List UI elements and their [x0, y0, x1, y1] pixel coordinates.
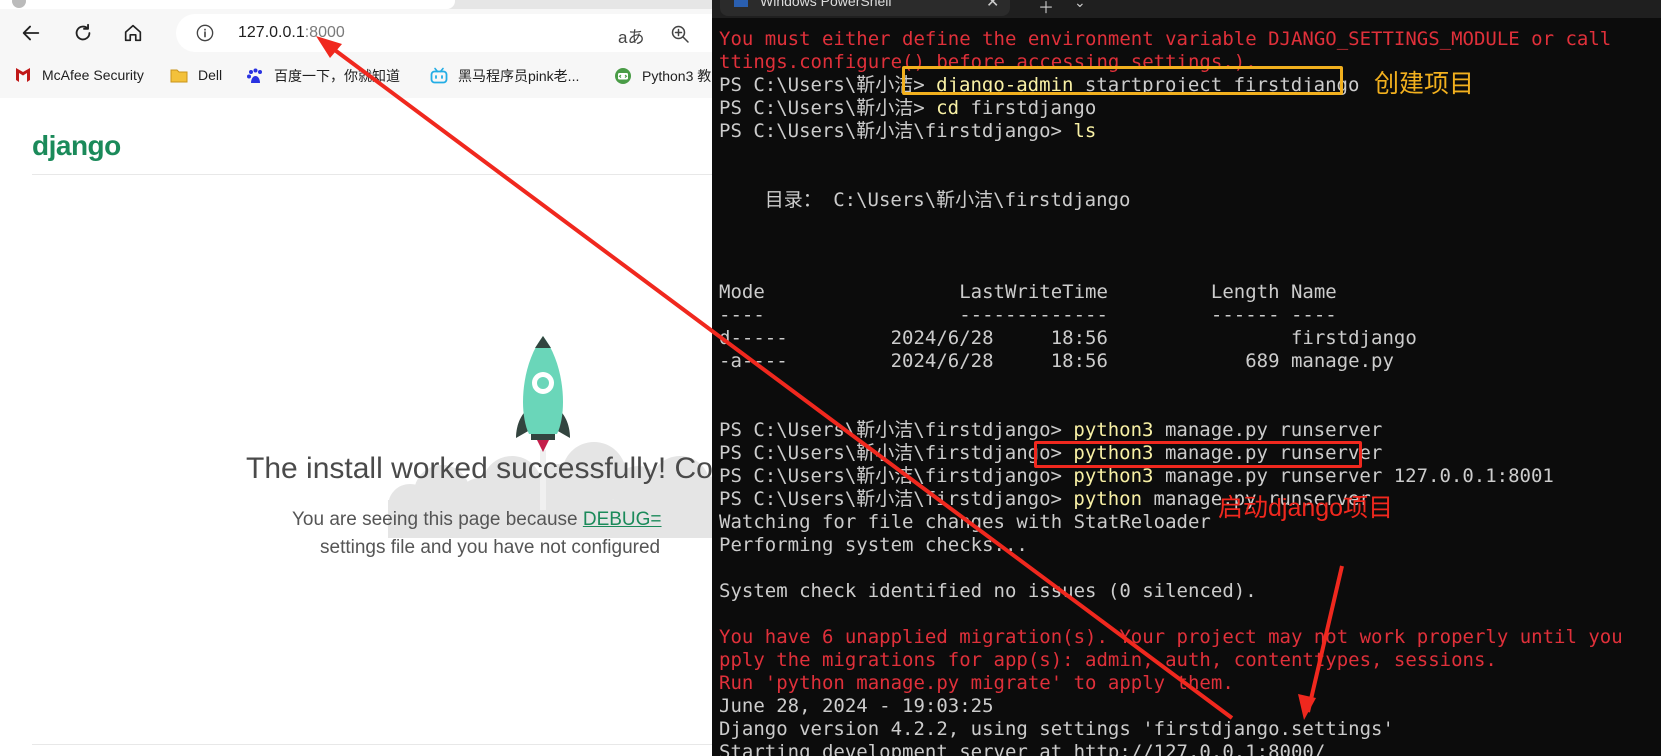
command-args: manage.py runserver [1153, 419, 1383, 441]
prompt: PS C:\Users\靳小洁\firstdjango> [719, 442, 1074, 464]
command-name: python [1073, 488, 1143, 510]
bookmarks-bar: McAfee Security Dell 百度一下，你就知道 黑马程序员pink… [0, 62, 712, 92]
install-success-title: The install worked successfully! Co [246, 452, 712, 485]
command-args: firstdjango [959, 97, 1097, 119]
refresh-button[interactable] [68, 18, 98, 48]
page-viewport: django The install worked successfully! … [0, 98, 712, 756]
debug-link[interactable]: DEBUG= [583, 509, 662, 530]
terminal-line: PS C:\Users\靳小洁> cd firstdjango [719, 97, 1096, 120]
home-icon [124, 24, 142, 42]
terminal-line: Watching for file changes with StatReloa… [719, 511, 1211, 533]
terminal-line: -a---- 2024/6/28 18:56 689 manage.py [719, 350, 1394, 372]
command-name: python3 [1073, 465, 1154, 487]
bookmark-mcafee[interactable]: McAfee Security [14, 66, 144, 84]
terminal-line: ---- ------------- ------ ---- [719, 304, 1337, 326]
command-args: manage.py runserver 127.0.0.1:8001 [1153, 465, 1554, 487]
url-port: :8000 [304, 24, 345, 41]
home-button[interactable] [118, 18, 148, 48]
browser-window: 127.0.0.1:8000 aあ McAfee Security Dell 百… [0, 0, 712, 756]
terminal-line: Django version 4.2.2, using settings 'fi… [719, 718, 1394, 740]
bookmark-label: 黑马程序员pink老... [458, 68, 580, 84]
terminal-line: PS C:\Users\靳小洁\firstdjango> python3 man… [719, 419, 1382, 442]
terminal-line: Mode LastWriteTime Length Name [719, 281, 1337, 303]
prompt: PS C:\Users\靳小洁\firstdjango> [719, 419, 1074, 441]
terminal-line: PS C:\Users\靳小洁\firstdjango> python3 man… [719, 465, 1554, 488]
highlight-box-runserver [1034, 441, 1362, 468]
terminal-line: PS C:\Users\靳小洁\firstdjango> ls [719, 120, 1096, 143]
footer-divider [32, 744, 712, 745]
terminal-line: 目录： C:\Users\靳小洁\firstdjango [719, 189, 1131, 211]
site-info-icon[interactable] [196, 24, 214, 42]
mcafee-icon [16, 68, 30, 82]
terminal-line: June 28, 2024 - 19:03:25 [719, 695, 994, 717]
url-host: 127.0.0.1 [238, 24, 305, 41]
terminal-line: Starting development server at http://12… [719, 741, 1326, 756]
terminal-line: pply the migrations for app(s): admin, a… [719, 649, 1497, 671]
bookmark-label: Python3 教 [642, 68, 712, 84]
browser-tab-strip [0, 0, 712, 9]
bookmark-label: McAfee Security [42, 67, 144, 83]
terminal-tab-title: Windows PowerShell [760, 0, 892, 9]
browser-active-tab[interactable] [0, 0, 455, 9]
highlight-box-create [902, 66, 1343, 95]
terminal-line: You have 6 unapplied migration(s). Your … [719, 626, 1623, 648]
back-arrow-icon [22, 25, 40, 41]
command-name: cd [936, 97, 960, 119]
command-name: python3 [1073, 419, 1154, 441]
django-logo[interactable]: django [32, 130, 121, 162]
close-tab-icon[interactable]: ✕ [986, 0, 999, 12]
terminal-line: Performing system checks... [719, 534, 1028, 556]
prompt: PS C:\Users\靳小洁\firstdjango> [719, 120, 1074, 142]
bookmark-heima[interactable]: 黑马程序员pink老... [430, 66, 579, 86]
terminal-line: d----- 2024/6/28 18:56 firstdjango [719, 327, 1417, 349]
terminal-tab-bar: Windows PowerShell ✕ ＋ ⌄ [712, 0, 1661, 18]
bookmark-baidu[interactable]: 百度一下，你就知道 [246, 66, 400, 86]
read-aloud-icon[interactable]: aあ [618, 23, 644, 48]
header-divider [32, 174, 712, 175]
bookmark-label: Dell [198, 67, 223, 83]
refresh-icon [75, 23, 91, 41]
prompt: PS C:\Users\靳小洁> [719, 97, 937, 119]
annotation-start-django: 启动django项目 [1218, 494, 1394, 522]
python-icon [615, 68, 631, 84]
terminal-line: Run 'python manage.py migrate' to apply … [719, 672, 1234, 694]
terminal-line: System check identified no issues (0 sil… [719, 580, 1257, 602]
terminal-tab[interactable]: Windows PowerShell ✕ [720, 0, 1010, 16]
folder-icon [170, 69, 188, 83]
bilibili-icon [430, 67, 448, 84]
desc-text-line2: settings file and you have not configure… [320, 537, 661, 558]
bookmark-dell[interactable]: Dell [170, 66, 222, 84]
powershell-icon [734, 0, 748, 7]
address-bar[interactable]: 127.0.0.1:8000 aあ [176, 14, 712, 52]
desc-text: You are seeing this page because [292, 509, 583, 530]
new-tab-icon[interactable]: ＋ [1038, 0, 1054, 18]
command-name: ls [1073, 120, 1097, 142]
annotation-create-project: 创建项目 [1374, 70, 1475, 98]
bookmark-label: 百度一下，你就知道 [274, 68, 400, 84]
prompt: PS C:\Users\靳小洁\firstdjango> [719, 488, 1074, 510]
back-button[interactable] [16, 18, 46, 48]
address-url[interactable]: 127.0.0.1:8000 [238, 24, 345, 42]
bookmark-python3[interactable]: Python3 教 [614, 66, 711, 86]
rocket-illustration [388, 336, 712, 538]
powershell-terminal[interactable]: Windows PowerShell ✕ ＋ ⌄ You must either… [712, 0, 1661, 756]
terminal-line: You must either define the environment v… [719, 28, 1612, 50]
baidu-icon [247, 68, 262, 83]
prompt: PS C:\Users\靳小洁\firstdjango> [719, 465, 1074, 487]
chevron-down-icon[interactable]: ⌄ [1074, 0, 1086, 11]
install-description: You are seeing this page because DEBUG= … [292, 506, 712, 562]
zoom-in-icon[interactable] [670, 24, 690, 44]
